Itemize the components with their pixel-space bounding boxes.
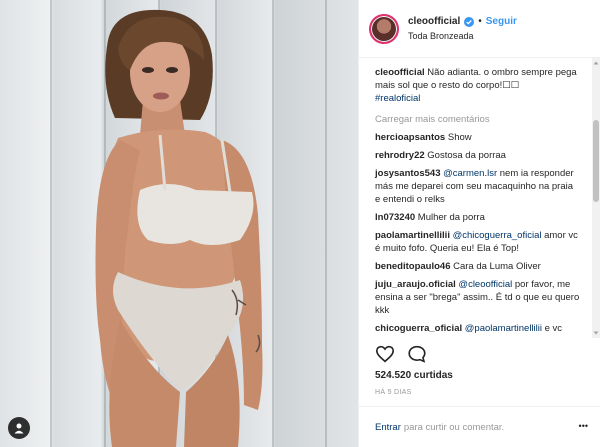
comment-text: Show	[445, 132, 472, 143]
scroll-down-arrow-icon[interactable]	[593, 330, 599, 336]
comment-username[interactable]: juju_araujo.oficial	[375, 279, 456, 290]
comment-item: hercioapsantos Show	[375, 131, 580, 144]
comment-mention[interactable]: @paolamartinellilii	[462, 323, 542, 334]
comment-username[interactable]: ln073240	[375, 212, 415, 223]
tagged-people-button[interactable]	[8, 417, 30, 439]
more-options-icon[interactable]: •••	[579, 421, 588, 431]
avatar[interactable]	[369, 13, 399, 44]
author-username[interactable]: cleoofficial	[408, 15, 460, 29]
caption-emoji: ☐☐	[502, 80, 520, 91]
verified-badge-icon	[464, 16, 475, 27]
caption: cleoofficial Não adianta. o ombro sempre…	[375, 66, 580, 105]
comment-item: rehrodry22 Gostosa da porraa	[375, 149, 580, 162]
comment-text: Mulher da porra	[415, 212, 485, 223]
post-side-panel: cleoofficial • Seguir Toda Bronzeada cle…	[358, 0, 600, 447]
comment-username[interactable]: rehrodry22	[375, 150, 425, 161]
comments-scrollbar[interactable]	[592, 58, 600, 338]
comment-username[interactable]: josysantos543	[375, 168, 440, 179]
comment-item: paolamartinellilii @chicoguerra_oficial …	[375, 229, 580, 255]
speech-bubble-icon[interactable]	[407, 345, 427, 363]
comment-item: ln073240 Mulher da porra	[375, 211, 580, 224]
post-timestamp[interactable]: HÁ 5 DIAS	[375, 389, 412, 396]
post-header: cleoofficial • Seguir Toda Bronzeada	[359, 0, 600, 58]
comments-list: cleoofficial Não adianta. o ombro sempre…	[359, 66, 592, 338]
comment-item: josysantos543 @carmen.lsr nem ia respond…	[375, 167, 580, 206]
comment-item: beneditopaulo46 Cara da Luma Oliver	[375, 260, 580, 273]
comment-item: juju_araujo.oficial @cleoofficial por fa…	[375, 278, 580, 317]
comment-item: chicoguerra_oficial @paolamartinellilii …	[375, 322, 580, 335]
header-text: cleoofficial • Seguir Toda Bronzeada	[408, 15, 517, 43]
login-link[interactable]: Entrar	[375, 422, 401, 433]
woman-figure-illustration	[95, 9, 263, 447]
scroll-up-arrow-icon[interactable]	[593, 60, 599, 66]
comment-username[interactable]: hercioapsantos	[375, 132, 445, 143]
load-more-comments-button[interactable]: Carregar mais comentários	[375, 114, 580, 125]
scrollbar-thumb[interactable]	[593, 120, 599, 202]
comment-mention[interactable]: @chicoguerra_oficial	[450, 230, 542, 241]
location-link[interactable]: Toda Bronzeada	[408, 29, 517, 43]
header-row: cleoofficial • Seguir	[408, 15, 517, 29]
comment-mention[interactable]: @cleoofficial	[456, 279, 512, 290]
likes-count[interactable]: 524.520 curtidas	[375, 370, 453, 381]
comment-mention[interactable]: @carmen.lsr	[440, 168, 497, 179]
follow-button[interactable]: Seguir	[486, 15, 517, 29]
post-photo[interactable]	[0, 0, 358, 447]
separator-dot: •	[478, 15, 482, 27]
heart-icon[interactable]	[375, 345, 395, 363]
caption-username[interactable]: cleoofficial	[375, 67, 425, 78]
comment-username[interactable]: chicoguerra_oficial	[375, 323, 462, 334]
comment-username[interactable]: paolamartinellilii	[375, 230, 450, 241]
comment-text: e vc	[542, 323, 563, 334]
comment-text: Gostosa da porraa	[424, 150, 506, 161]
post-actions	[375, 345, 427, 363]
person-tag-icon	[14, 423, 24, 434]
comment-text: Cara da Luma Oliver	[450, 261, 541, 272]
comment-prompt-text: para curtir ou comentar.	[403, 421, 505, 433]
caption-hashtag[interactable]: #realoficial	[375, 93, 420, 104]
comment-username[interactable]: beneditopaulo46	[375, 261, 450, 272]
instagram-post: cleoofficial • Seguir Toda Bronzeada cle…	[0, 0, 600, 447]
comment-login-bar: Entrar para curtir ou comentar.	[359, 406, 600, 447]
